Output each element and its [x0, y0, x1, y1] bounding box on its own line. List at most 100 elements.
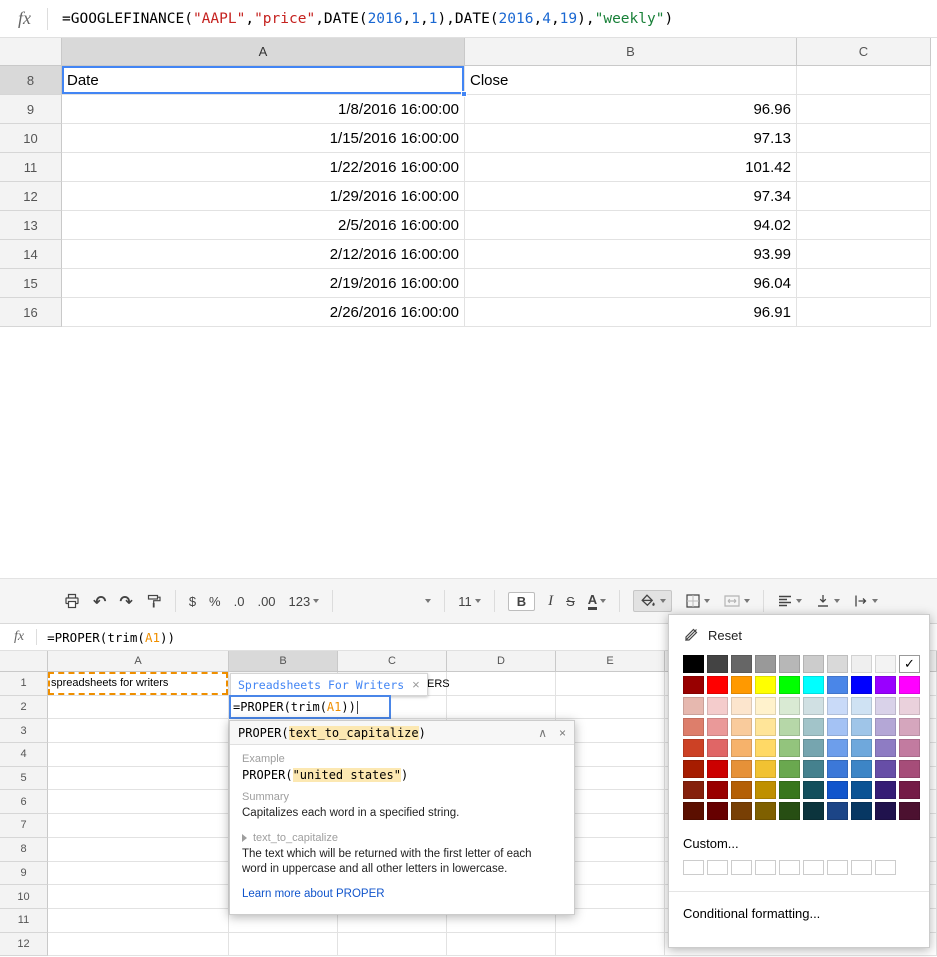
font-family-dropdown[interactable] [346, 592, 432, 610]
increase-decimal-button[interactable]: .00 [257, 594, 275, 609]
color-swatch-e6b8af[interactable] [683, 697, 704, 715]
row-header-3[interactable]: 3 [0, 719, 48, 744]
color-swatch-660000[interactable] [707, 802, 728, 820]
color-swatch-073763[interactable] [851, 802, 872, 820]
column-header-a[interactable]: A [62, 38, 465, 66]
color-swatch-45818e[interactable] [803, 760, 824, 778]
cell-B10[interactable]: 97.13 [465, 124, 797, 153]
row-header-6[interactable]: 6 [0, 790, 48, 815]
cell-C9[interactable] [797, 95, 931, 124]
cell-A9[interactable] [48, 861, 229, 886]
color-swatch-6aa84f[interactable] [779, 760, 800, 778]
color-swatch-fce5cd[interactable] [731, 697, 752, 715]
cell-C11[interactable] [797, 153, 931, 182]
color-swatch-ff9900[interactable] [731, 676, 752, 694]
row-header-5[interactable]: 5 [0, 766, 48, 791]
color-swatch-e06666[interactable] [707, 739, 728, 757]
color-swatch-674ea7[interactable] [875, 760, 896, 778]
cell-E12[interactable] [556, 932, 665, 957]
color-swatch-e69138[interactable] [731, 760, 752, 778]
color-swatch-4c1130[interactable] [899, 802, 920, 820]
cell-A10[interactable]: 1/15/2016 16:00:00 [62, 124, 465, 153]
collapse-icon[interactable]: ∧ [538, 726, 547, 740]
color-swatch-b6d7a8[interactable] [779, 718, 800, 736]
custom-swatch[interactable] [707, 860, 728, 875]
cell-C12[interactable] [797, 182, 931, 211]
color-swatch-c9daf8[interactable] [827, 697, 848, 715]
column-header-b[interactable]: B [229, 651, 338, 672]
cell-B16[interactable]: 96.91 [465, 298, 797, 327]
cell-B11[interactable]: 101.42 [465, 153, 797, 182]
row-header-7[interactable]: 7 [0, 814, 48, 838]
percent-format-button[interactable]: % [209, 594, 221, 609]
italic-button[interactable]: I [548, 593, 553, 610]
cell-editor[interactable]: =PROPER(trim(A1)) [229, 695, 391, 719]
color-swatch-9900ff[interactable] [875, 676, 896, 694]
color-swatch-bf9000[interactable] [755, 781, 776, 799]
color-swatch-b45f06[interactable] [731, 781, 752, 799]
reset-color-button[interactable]: Reset [683, 627, 915, 643]
color-swatch-a2c4c9[interactable] [803, 718, 824, 736]
color-swatch-3d85c6[interactable] [851, 760, 872, 778]
color-swatch-ead1dc[interactable] [899, 697, 920, 715]
cell-A11[interactable] [48, 908, 229, 933]
row-header-8[interactable]: 8 [0, 837, 48, 862]
color-swatch-434343[interactable] [707, 655, 728, 673]
color-swatch-a64d79[interactable] [899, 760, 920, 778]
color-swatch-ea9999[interactable] [707, 718, 728, 736]
cell-A10[interactable] [48, 885, 229, 909]
color-swatch-38761d[interactable] [779, 781, 800, 799]
color-swatch-0000ff[interactable] [851, 676, 872, 694]
row-header-8[interactable]: 8 [0, 66, 62, 95]
custom-swatch[interactable] [827, 860, 848, 875]
row-header-10[interactable]: 10 [0, 885, 48, 909]
custom-swatch[interactable] [755, 860, 776, 875]
select-all-corner[interactable] [0, 38, 62, 66]
horizontal-align-button[interactable] [777, 593, 803, 609]
color-swatch-cc4125[interactable] [683, 739, 704, 757]
decrease-decimal-button[interactable]: .0 [234, 594, 245, 609]
color-swatch-c27ba0[interactable] [899, 739, 920, 757]
color-swatch-cccccc[interactable] [803, 655, 824, 673]
color-swatch-783f04[interactable] [731, 802, 752, 820]
column-header-e[interactable]: E [556, 651, 665, 672]
row-header-14[interactable]: 14 [0, 240, 62, 269]
color-swatch-7f6000[interactable] [755, 802, 776, 820]
cell-A12[interactable]: 1/29/2016 16:00:00 [62, 182, 465, 211]
custom-color-button[interactable]: Custom... [683, 836, 915, 851]
row-header-11[interactable]: 11 [0, 153, 62, 182]
color-swatch-3c78d8[interactable] [827, 760, 848, 778]
vertical-align-button[interactable] [815, 593, 841, 609]
formula-input[interactable]: =GOOGLEFINANCE("AAPL","price",DATE(2016,… [62, 11, 673, 27]
row-header-10[interactable]: 10 [0, 124, 62, 153]
row-header-12[interactable]: 12 [0, 182, 62, 211]
row-header-12[interactable]: 12 [0, 932, 48, 957]
color-swatch-ff0000[interactable] [707, 676, 728, 694]
custom-swatch[interactable] [875, 860, 896, 875]
borders-button[interactable] [685, 593, 711, 609]
row-header-9[interactable]: 9 [0, 861, 48, 886]
print-button[interactable] [64, 593, 80, 609]
cell-A6[interactable] [48, 790, 229, 815]
cell-A16[interactable]: 2/26/2016 16:00:00 [62, 298, 465, 327]
conditional-formatting-button[interactable]: Conditional formatting... [683, 906, 915, 921]
color-swatch-d9ead3[interactable] [779, 697, 800, 715]
color-swatch-000000[interactable] [683, 655, 704, 673]
learn-more-link[interactable]: Learn more about PROPER [242, 888, 385, 900]
row-header-1[interactable]: 1 [0, 672, 48, 696]
cell-A4[interactable] [48, 743, 229, 767]
parameter-row[interactable]: text_to_capitalize [242, 832, 562, 844]
close-icon[interactable]: × [412, 677, 420, 692]
color-swatch-980000[interactable] [683, 676, 704, 694]
cell-C12[interactable] [338, 932, 447, 957]
color-swatch-a61c00[interactable] [683, 760, 704, 778]
cell-A8[interactable]: Date [62, 66, 467, 97]
cell-A7[interactable] [48, 814, 229, 838]
custom-swatch[interactable] [731, 860, 752, 875]
column-header-b[interactable]: B [465, 38, 797, 66]
color-swatch-666666[interactable] [731, 655, 752, 673]
undo-button[interactable]: ↶ [93, 592, 106, 611]
cell-A5[interactable] [48, 766, 229, 791]
color-swatch-b4a7d6[interactable] [875, 718, 896, 736]
bold-button[interactable]: B [507, 591, 536, 611]
